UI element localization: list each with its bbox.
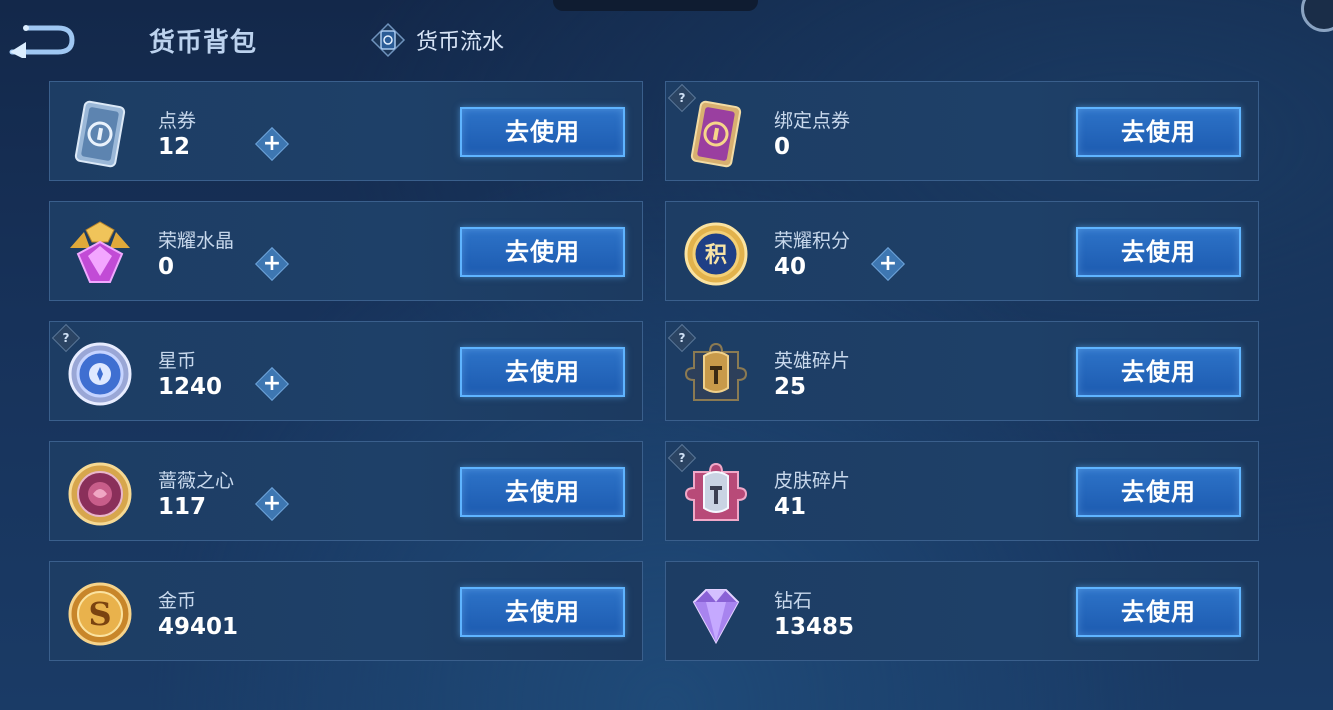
glory-points-coin-text: 积 — [705, 243, 727, 268]
currency-card-hero-fragment: ? 英雄碎片 25 去使用 — [665, 321, 1259, 421]
currency-amount: 1240 — [158, 374, 223, 400]
use-bound-voucher-button[interactable]: 去使用 — [1076, 107, 1241, 157]
currency-card-diamond: 钻石 13485 去使用 — [665, 561, 1259, 661]
use-skin-fragment-button[interactable]: 去使用 — [1076, 467, 1241, 517]
use-diamond-button[interactable]: 去使用 — [1076, 587, 1241, 637]
plus-icon: + — [262, 131, 282, 156]
use-glory-crystal-button[interactable]: 去使用 — [460, 227, 625, 277]
back-arrow-icon — [9, 25, 75, 60]
currency-name: 金币 — [158, 590, 197, 612]
plus-icon: + — [262, 371, 282, 396]
add-star-coin-button[interactable]: + — [255, 367, 289, 401]
glory-points-coin-icon: 积 — [684, 222, 748, 286]
skin-fragment-icon — [684, 462, 748, 521]
currency-name: 荣耀积分 — [774, 230, 851, 252]
currency-name: 皮肤碎片 — [774, 470, 851, 492]
back-button[interactable] — [6, 22, 76, 60]
add-glory-points-button[interactable]: + — [871, 247, 905, 281]
diamond-icon — [692, 589, 740, 645]
add-glory-crystal-button[interactable]: + — [255, 247, 289, 281]
add-voucher-button[interactable]: + — [255, 127, 289, 161]
plus-icon: + — [262, 251, 282, 276]
top-notch — [553, 0, 758, 11]
currency-name: 英雄碎片 — [774, 350, 851, 372]
currency-amount: 49401 — [158, 614, 239, 640]
voucher-card-icon — [74, 100, 126, 168]
glory-crystal-icon — [70, 221, 130, 283]
currency-card-gold-coin: S 金币 49401 去使用 — [49, 561, 643, 661]
use-gold-coin-button[interactable]: 去使用 — [460, 587, 625, 637]
currency-flow-icon — [370, 22, 406, 58]
tab-currency-flow[interactable]: 货币流水 — [370, 22, 504, 58]
currency-card-star-coin: ? 星币 1240 + 去使用 — [49, 321, 643, 421]
currency-name: 钻石 — [774, 590, 813, 612]
currency-name: 星币 — [158, 350, 197, 372]
bound-voucher-card-icon — [690, 100, 742, 168]
gold-coin-letter: S — [88, 595, 111, 633]
currency-card-glory-crystal: 荣耀水晶 0 + 去使用 — [49, 201, 643, 301]
plus-icon: + — [878, 251, 898, 276]
currency-amount: 40 — [774, 254, 807, 280]
add-rose-heart-button[interactable]: + — [255, 487, 289, 521]
corner-button[interactable] — [1301, 0, 1333, 32]
currency-name: 荣耀水晶 — [158, 230, 235, 252]
rose-heart-icon — [68, 462, 132, 526]
currency-card-glory-points: 积 荣耀积分 40 + 去使用 — [665, 201, 1259, 301]
use-glory-points-button[interactable]: 去使用 — [1076, 227, 1241, 277]
hero-fragment-icon — [684, 342, 748, 401]
currency-name: 绑定点券 — [774, 110, 851, 132]
use-star-coin-button[interactable]: 去使用 — [460, 347, 625, 397]
currency-card-voucher: 点券 12 + 去使用 — [49, 81, 643, 181]
star-coin-icon — [68, 342, 132, 406]
currency-amount: 13485 — [774, 614, 855, 640]
currency-amount: 41 — [774, 494, 807, 520]
currency-amount: 0 — [774, 134, 791, 160]
gold-coin-icon: S — [68, 582, 132, 646]
currency-card-skin-fragment: ? 皮肤碎片 41 去使用 — [665, 441, 1259, 541]
page-title: 货币背包 — [149, 28, 258, 58]
currency-card-rose-heart: 蔷薇之心 117 + 去使用 — [49, 441, 643, 541]
tab-currency-flow-label: 货币流水 — [416, 30, 505, 55]
use-voucher-button[interactable]: 去使用 — [460, 107, 625, 157]
currency-name: 蔷薇之心 — [158, 470, 235, 492]
currency-amount: 25 — [774, 374, 807, 400]
use-hero-fragment-button[interactable]: 去使用 — [1076, 347, 1241, 397]
plus-icon: + — [262, 491, 282, 516]
currency-amount: 117 — [158, 494, 207, 520]
currency-name: 点券 — [158, 110, 197, 132]
currency-card-bound-voucher: ? 绑定点券 0 去使用 — [665, 81, 1259, 181]
currency-amount: 0 — [158, 254, 175, 280]
currency-amount: 12 — [158, 134, 191, 160]
use-rose-heart-button[interactable]: 去使用 — [460, 467, 625, 517]
